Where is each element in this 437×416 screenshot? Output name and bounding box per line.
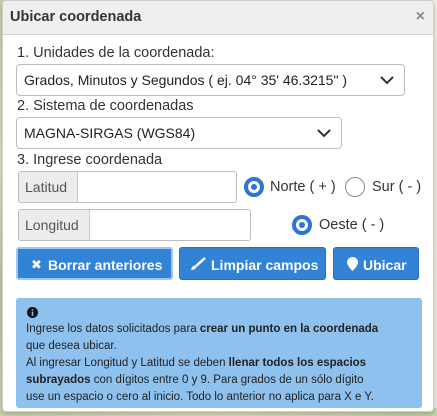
system-select[interactable]: MAGNA-SIRGAS (WGS84) [16,117,342,149]
coordinate-label: 3. Ingrese coordenada [17,152,163,168]
limpiar-campos-button[interactable]: Limpiar campos [179,247,326,280]
units-selected-value: Grados, Minutos y Segundos ( ej. 04° 35'… [24,72,347,88]
ubicar-button[interactable]: Ubicar [333,247,419,280]
latitud-input[interactable] [79,172,236,202]
longitud-input[interactable] [91,210,250,240]
info-line-1: Ingrese los datos solicitados para crear… [26,323,379,335]
sur-radio[interactable] [345,177,365,197]
info-line-4: subrayados con dígitos entre 0 y 9. Para… [26,374,364,386]
latitud-addon: Latitud [19,172,78,202]
ubicar-label: Ubicar [363,257,407,273]
longitud-input-group: Longitud [18,209,251,241]
info-box: Ingrese los datos solicitados para crear… [16,298,422,408]
norte-label: Norte ( + ) [270,179,336,195]
latitud-input-group: Latitud [18,171,237,203]
close-icon[interactable]: × [416,8,425,26]
borrar-anteriores-label: Borrar anteriores [48,257,163,273]
dialog-title: Ubicar coordenada [10,9,142,25]
norte-radio[interactable] [244,177,264,197]
chevron-down-icon [317,129,331,138]
map-marker-icon [347,257,358,271]
chevron-down-icon [380,76,394,85]
info-line-5: use un espacio o cero al inicio. Todo lo… [26,391,374,403]
oeste-label: Oeste ( - ) [319,217,385,233]
ubicar-coordenada-dialog: Ubicar coordenada × 1. Unidades de la co… [2,0,434,412]
sur-label: Sur ( - ) [372,179,422,195]
system-selected-value: MAGNA-SIRGAS (WGS84) [24,125,196,141]
x-icon: ✖ [31,257,42,272]
system-label: 2. Sistema de coordenadas [17,98,194,114]
limpiar-campos-label: Limpiar campos [211,257,319,273]
oeste-radio[interactable] [292,215,312,235]
longitud-addon: Longitud [19,210,90,240]
dialog-header: Ubicar coordenada × [3,1,433,35]
borrar-anteriores-button[interactable]: ✖ Borrar anteriores [16,247,173,280]
units-select[interactable]: Grados, Minutos y Segundos ( ej. 04° 35'… [16,64,405,96]
info-line-3: Al ingresar Longitud y Latitud se deben … [26,357,367,369]
brush-icon [191,257,206,270]
info-line-2: que desea ubicar. [26,340,117,352]
info-icon [27,307,38,318]
units-label: 1. Unidades de la coordenada: [17,45,215,61]
